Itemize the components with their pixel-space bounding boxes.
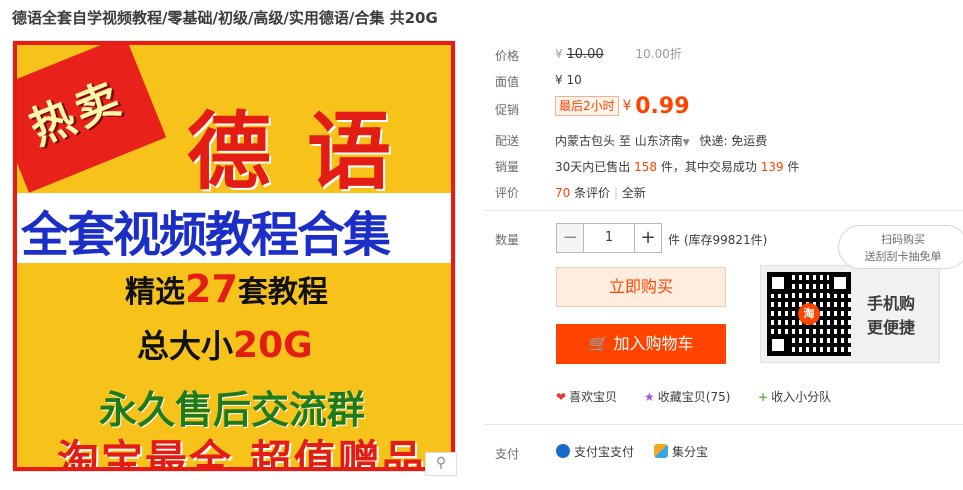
poster-text: 套教程 [237,275,328,310]
original-price-value: 10.00 [566,47,604,62]
qr-code[interactable]: 淘 [767,272,851,356]
shipping-label: 配送 [495,134,520,148]
review-text[interactable]: 条评价 [574,186,610,200]
face-value: ¥ 10 [555,73,582,87]
add-to-cart-label: 加入购物车 [613,334,694,353]
poster-band: 全套视频教程合集 [17,193,451,263]
stock-info: 件 (库存99821件) [668,233,768,247]
bubble-line: 扫码购买 [881,233,925,246]
shipping-method: 快递: 免运费 [699,134,768,148]
like-label: 喜欢宝贝 [569,390,618,404]
jifenbao-icon [654,444,668,458]
product-main-image[interactable]: 热卖 德语 全套视频教程合集 精选27套教程 总大小20G 永久售后交流群 淘宝… [12,40,456,472]
sales-info: 30天内已售出 158 件，其中交易成功 139 件 [555,158,799,175]
hot-sale-badge: 热卖 [17,45,167,193]
payment-label: 支付 [495,447,520,461]
sold-count: 158 [634,160,658,174]
alipay-icon [556,444,570,458]
promo-price-value: 0.99 [635,94,690,119]
sales-text: 30天内已售出 [555,160,631,174]
cart-icon: 🛒 [588,334,609,353]
quantity-minus-button[interactable]: − [557,224,584,252]
qr-text-line: 更便捷 [867,318,916,337]
promo-tag: 最后2小时 [555,96,619,116]
zoom-icon[interactable]: ⚲ [425,452,457,476]
ship-destination[interactable]: 山东济南 [635,134,683,148]
quantity-label: 数量 [495,233,520,247]
promo-price: 最后2小时 ¥ 0.99 [555,94,690,119]
taobao-logo-icon: 淘 [798,303,820,325]
sales-label: 销量 [495,160,520,174]
product-poster: 热卖 德语 全套视频教程合集 精选27套教程 总大小20G 永久售后交流群 淘宝… [13,41,455,471]
qr-text-line: 手机购 [867,294,916,313]
reviews-label: 评价 [495,186,520,200]
plus-icon: + [758,390,769,404]
product-title: 德语全套自学视频教程/零基础/初级/高级/实用德语/合集 共20G [12,9,438,27]
buy-now-button[interactable]: 立即购买 [556,267,726,307]
poster-number: 20G [233,325,313,366]
bubble-line: 送刮刮卡抽免单 [864,250,942,263]
favorite-label: 收藏宝贝 [657,390,706,404]
original-price: ¥ 10.00 10.00折 [555,45,682,62]
qr-tooltip-bubble: 扫码购买 送刮刮卡抽免单 [838,225,963,269]
poster-number: 27 [185,267,238,311]
share-item-link[interactable]: + 收入小分队 [758,388,831,405]
poster-headline: 德语 [187,102,428,201]
review-count[interactable]: 70 [555,186,570,200]
poster-band-text: 全套视频教程合集 [21,207,391,263]
jifenbao-option[interactable]: 集分宝 [654,443,708,460]
divider [485,210,963,211]
share-label: 收入小分队 [771,390,832,404]
poster-line-support: 永久售后交流群 [99,388,366,432]
favorite-count: (75) [705,390,731,404]
currency-symbol: ¥ [555,47,563,61]
ship-to-word: 至 [618,134,631,148]
chevron-down-icon[interactable]: ▼ [683,138,690,148]
face-value-label: 面值 [495,75,520,89]
ship-from: 内蒙古包头 [555,134,616,148]
quantity-plus-button[interactable]: + [634,224,661,252]
price-label: 价格 [495,49,520,63]
alipay-option[interactable]: 支付宝支付 [556,443,634,460]
promo-label: 促销 [495,103,520,117]
success-count: 139 [760,160,784,174]
promo-currency: ¥ [622,98,632,114]
mobile-buy-text: 手机购 更便捷 [867,292,915,340]
star-icon: ★ [644,390,655,404]
sales-text: 件，其中交易成功 [660,160,757,174]
add-to-cart-button[interactable]: 🛒 加入购物车 [556,324,726,364]
poster-text: 精选 [125,275,185,310]
mobile-qr-panel[interactable]: 淘 手机购更便捷 [760,265,940,363]
quantity-input[interactable]: 1 [584,224,634,252]
quantity-stepper[interactable]: − 1 + [556,223,662,253]
like-item-link[interactable]: ❤ 喜欢宝贝 [556,388,617,405]
poster-line-size: 总大小20G [137,321,313,367]
heart-icon: ❤ [556,390,567,404]
sales-text: 件 [787,160,800,174]
poster-line-gift: 淘宝最全 超值赠品 [57,436,426,471]
divider [485,424,963,425]
discount-text: 10.00折 [635,47,682,61]
poster-text: 总大小 [137,327,234,365]
shipping-info: 内蒙古包头 至 山东济南▼ 快递: 免运费 [555,132,767,149]
reviews-info[interactable]: 70 条评价 | 全新 [555,184,646,201]
jifenbao-label: 集分宝 [672,445,709,459]
favorite-item-link[interactable]: ★ 收藏宝贝(75) [644,388,730,405]
alipay-label: 支付宝支付 [574,445,635,459]
condition-text: 全新 [621,186,646,200]
poster-line-courses: 精选27套教程 [125,267,328,311]
